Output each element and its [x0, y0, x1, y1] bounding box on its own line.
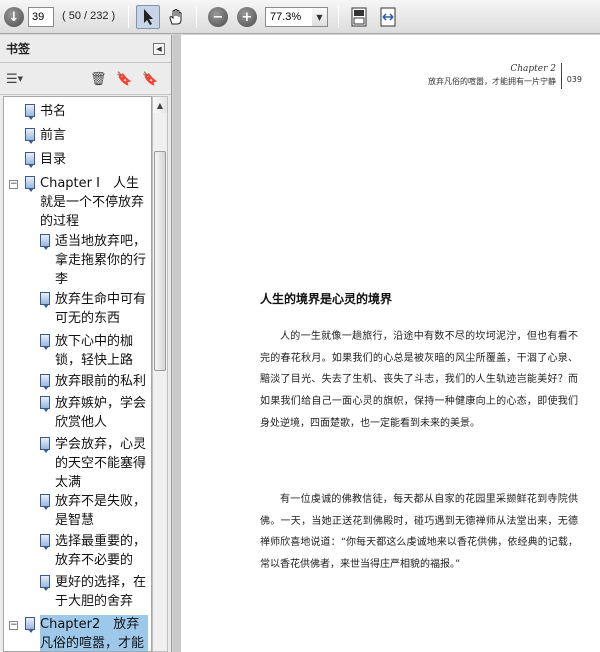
bookmark-item[interactable]: Chapter I 人生就是一个不停放弃的过程 — [40, 174, 148, 231]
section-heading: 人生的境界是心灵的境界 — [260, 292, 393, 306]
bookmark-item[interactable]: 放下心中的枷锁，轻快上路 — [55, 332, 149, 370]
collapse-panel-button[interactable]: ◀ — [153, 43, 165, 55]
page-number-input[interactable] — [28, 7, 54, 27]
bookmark-icon — [40, 396, 50, 412]
fit-width-button[interactable] — [376, 5, 400, 29]
bookmark-label: 放弃嫉妒，学会欣赏他人 — [55, 396, 147, 430]
bookmark-label: 选择最重要的，放弃不必要的 — [55, 534, 147, 568]
bookmark-item[interactable]: 学会放弃，心灵的天空不能塞得太满 — [55, 435, 149, 492]
fit-width-icon — [380, 7, 396, 27]
scroll-up-button[interactable]: ▲ — [153, 97, 167, 113]
document-page: Chapter 2 放弃凡俗的喧嚣，才能拥有一片宁静 039 人生的境界是心灵的… — [181, 35, 600, 652]
bookmark-label: 前言 — [40, 128, 67, 143]
running-header-chapter: Chapter 2 — [510, 64, 556, 74]
bookmarks-panel: 书签 ◀ ☰ ▼ 🗑 🔖 🔖 书名 前言 目录 − Chapter I 人生就是… — [0, 35, 172, 652]
bookmark-item[interactable]: 适当地放弃吧，拿走拖累你的行李 — [55, 232, 149, 289]
bookmark-icon — [25, 104, 35, 120]
bookmark-scrollbar[interactable]: ▲ — [152, 96, 168, 652]
chevron-left-icon: ◀ — [156, 45, 162, 53]
collapse-toggle[interactable]: − — [9, 180, 18, 189]
collapse-toggle[interactable]: − — [9, 621, 18, 630]
fit-page-button[interactable] — [347, 5, 371, 29]
chevron-up-icon: ▲ — [156, 100, 164, 110]
bookmark-icon — [40, 334, 50, 350]
bookmark-icon — [40, 374, 50, 390]
bookmark-item[interactable]: 放弃嫉妒，学会欣赏他人 — [55, 394, 149, 432]
options-menu-button[interactable]: ☰ ▼ — [6, 70, 23, 88]
toolbar-separator — [128, 6, 129, 28]
bookmark-expand-icon: 🔖 — [142, 71, 159, 87]
arrow-down-icon: ↓ — [4, 7, 24, 27]
fit-page-icon — [351, 7, 367, 27]
toolbar-separator — [196, 6, 197, 28]
chevron-down-icon: ▼ — [17, 75, 24, 83]
page-count-label: ( 50 / 232 ) — [62, 10, 116, 22]
zoom-in-button[interactable]: + — [235, 5, 259, 29]
bookmark-item[interactable]: 书名 — [40, 102, 148, 121]
page-number: 039 — [566, 75, 582, 84]
zoom-out-button[interactable]: − — [206, 5, 230, 29]
bookmark-item[interactable]: 放弃不是失败，是智慧 — [55, 492, 149, 530]
page-gutter — [173, 35, 181, 652]
bookmark-label: 放弃生命中可有可无的东西 — [55, 292, 147, 326]
bookmark-label: 放弃眼前的私利 — [55, 374, 147, 389]
bookmark-item[interactable]: 放弃生命中可有可无的东西 — [55, 290, 149, 328]
zoom-input[interactable] — [265, 7, 315, 27]
list-options-icon: ☰ — [6, 71, 18, 87]
bookmark-label: 学会放弃，心灵的天空不能塞得太满 — [55, 437, 147, 490]
bookmark-label: 目录 — [40, 152, 67, 167]
minus-icon: − — [208, 7, 228, 27]
header-divider — [561, 63, 562, 89]
bookmark-tree: 书名 前言 目录 − Chapter I 人生就是一个不停放弃的过程 适当地放弃… — [3, 96, 152, 652]
bookmark-item[interactable]: 前言 — [40, 126, 148, 145]
bookmark-label: 更好的选择，在于大胆的舍弃 — [55, 575, 147, 609]
bookmark-item[interactable]: 选择最重要的，放弃不必要的 — [55, 532, 149, 570]
bookmark-icon — [25, 152, 35, 168]
new-bookmark-button[interactable]: 🔖 — [116, 70, 132, 88]
bookmark-label: Chapter I 人生就是一个不停放弃的过程 — [40, 176, 145, 229]
expand-bookmark-button[interactable]: 🔖 — [142, 70, 158, 88]
new-bookmark-icon: 🔖 — [116, 71, 133, 87]
zoom-dropdown-button[interactable]: ▼ — [312, 7, 328, 27]
delete-bookmark-button[interactable]: 🗑 — [90, 70, 107, 88]
bookmark-icon — [40, 575, 50, 591]
bookmark-icon — [40, 534, 50, 550]
running-header-title: 放弃凡俗的喧嚣，才能拥有一片宁静 — [428, 77, 556, 86]
hand-icon — [169, 9, 182, 25]
bookmark-label: 书名 — [40, 104, 67, 119]
trash-icon: 🗑 — [90, 71, 107, 87]
bookmark-item[interactable]: 放弃眼前的私利 — [55, 372, 149, 391]
chevron-down-icon: ▼ — [316, 12, 323, 22]
toolbar: ↓ ( 50 / 232 ) − + ▼ — [0, 0, 600, 34]
hand-tool-button[interactable] — [164, 5, 188, 29]
scrollbar-thumb[interactable] — [154, 151, 166, 371]
bookmark-item[interactable]: 目录 — [40, 150, 148, 169]
bookmark-icon — [40, 494, 50, 510]
body-paragraph: 有一位虔诚的佛教信徒，每天都从自家的花园里采撷鲜花到寺院供佛。一天，当她正送花到… — [260, 494, 578, 571]
next-page-button[interactable]: ↓ — [2, 5, 26, 29]
bookmark-icon — [25, 128, 35, 144]
bookmark-icon — [25, 617, 35, 633]
bookmark-label: 放下心中的枷锁，轻快上路 — [55, 334, 134, 368]
bookmark-icon — [40, 437, 50, 453]
bookmark-label: 适当地放弃吧，拿走拖累你的行李 — [55, 234, 147, 287]
cursor-arrow-icon — [144, 9, 153, 25]
bookmarks-title: 书签 — [0, 35, 171, 63]
bookmark-item[interactable]: 更好的选择，在于大胆的舍弃 — [55, 573, 149, 611]
bookmarks-toolbar: ☰ ▼ 🗑 🔖 🔖 — [0, 63, 171, 95]
bookmark-icon — [40, 234, 50, 250]
select-tool-button[interactable] — [136, 5, 160, 29]
toolbar-separator — [338, 6, 339, 28]
bookmark-icon — [40, 292, 50, 308]
bookmark-item-selected[interactable]: Chapter2 放弃凡俗的喧嚣，才能拥 — [40, 615, 148, 651]
plus-icon: + — [237, 7, 257, 27]
bookmark-label: Chapter2 放弃凡俗的喧嚣，才能拥 — [40, 615, 148, 651]
bookmark-label: 放弃不是失败，是智慧 — [55, 494, 147, 528]
body-paragraph: 人的一生就像一趟旅行，沿途中有数不尽的坎坷泥泞，但也有看不完的春花秋月。如果我们… — [260, 331, 578, 429]
bookmark-icon — [25, 176, 35, 192]
